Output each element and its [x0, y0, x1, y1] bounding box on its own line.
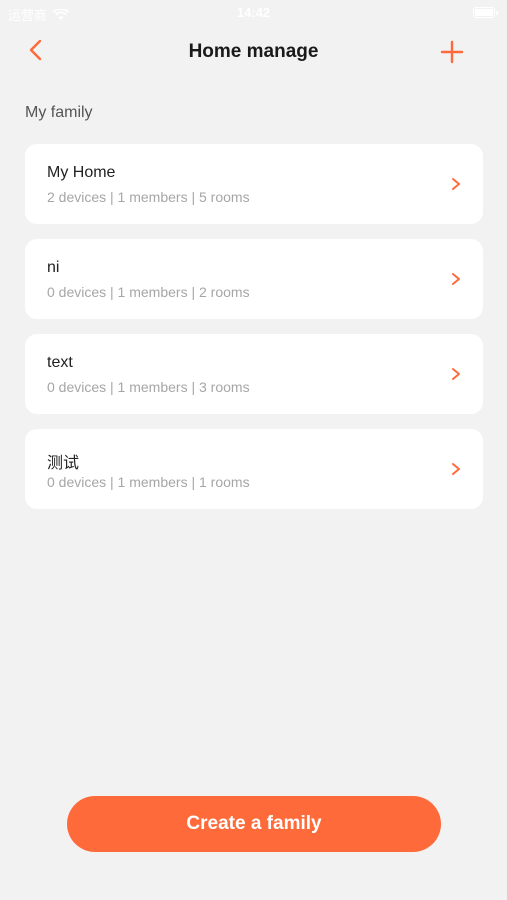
- create-family-button[interactable]: Create a family: [67, 796, 441, 852]
- battery-icon: [473, 7, 498, 18]
- family-name: ni: [47, 259, 60, 276]
- chevron-right-icon: [452, 178, 460, 190]
- add-family-button[interactable]: [437, 37, 467, 67]
- family-summary: 2 devices | 1 members | 5 rooms: [47, 189, 250, 205]
- navigation-bar: Home manage: [0, 28, 507, 78]
- family-list: My Home 2 devices | 1 members | 5 rooms …: [25, 144, 483, 524]
- status-bar: 运营商 14:42: [0, 0, 507, 28]
- chevron-right-icon: [452, 463, 460, 475]
- section-label: My family: [25, 104, 93, 121]
- family-card[interactable]: ni 0 devices | 1 members | 2 rooms: [25, 239, 483, 319]
- chevron-right-icon: [452, 368, 460, 380]
- plus-icon: [440, 40, 464, 64]
- family-summary: 0 devices | 1 members | 1 rooms: [47, 474, 250, 490]
- family-card[interactable]: 测试 0 devices | 1 members | 1 rooms: [25, 429, 483, 509]
- family-name: text: [47, 354, 73, 371]
- family-card[interactable]: text 0 devices | 1 members | 3 rooms: [25, 334, 483, 414]
- family-summary: 0 devices | 1 members | 2 rooms: [47, 284, 250, 300]
- status-time: 14:42: [236, 5, 271, 20]
- chevron-right-icon: [452, 273, 460, 285]
- family-name: My Home: [47, 164, 116, 181]
- page-title: Home manage: [188, 41, 319, 62]
- family-card[interactable]: My Home 2 devices | 1 members | 5 rooms: [25, 144, 483, 224]
- family-summary: 0 devices | 1 members | 3 rooms: [47, 379, 250, 395]
- family-name: 测试: [47, 455, 80, 472]
